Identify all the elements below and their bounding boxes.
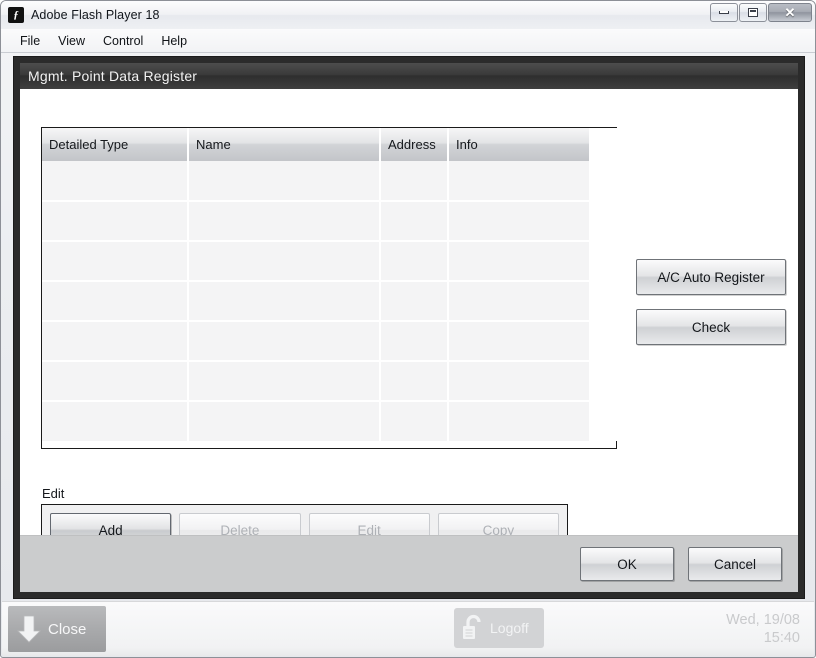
- flash-stage: Mgmt. Point Data Register Detailed Type …: [13, 56, 805, 599]
- table-cell[interactable]: [448, 361, 591, 402]
- maximize-icon: [748, 8, 758, 17]
- table-row[interactable]: [42, 161, 618, 202]
- menu-item-help[interactable]: Help: [152, 31, 196, 51]
- table-row[interactable]: [42, 321, 618, 362]
- table-cell[interactable]: [188, 201, 381, 242]
- mgmt-point-data-table: Detailed Type Name Address Info: [42, 128, 618, 441]
- table-cell[interactable]: [188, 321, 381, 362]
- menu-item-control[interactable]: Control: [94, 31, 152, 51]
- table-cell[interactable]: [42, 161, 189, 202]
- table-cell[interactable]: [448, 161, 591, 202]
- table-cell: [590, 321, 618, 362]
- table-row[interactable]: [42, 201, 618, 242]
- table-cell[interactable]: [448, 241, 591, 282]
- minimize-icon: [719, 11, 729, 14]
- arrow-down-icon: [17, 615, 41, 643]
- table-cell[interactable]: [380, 241, 449, 282]
- data-table-container[interactable]: Detailed Type Name Address Info: [41, 127, 618, 449]
- table-header-row: Detailed Type Name Address Info: [42, 128, 618, 161]
- table-cell[interactable]: [380, 201, 449, 242]
- column-header-info[interactable]: Info: [448, 128, 591, 161]
- table-cell[interactable]: [188, 241, 381, 282]
- table-cell: [590, 161, 618, 202]
- window-controls: ✕: [710, 3, 812, 22]
- table-body: [42, 161, 618, 441]
- table-cell[interactable]: [448, 281, 591, 322]
- window-title: Adobe Flash Player 18: [31, 8, 160, 22]
- status-bar: Close Logoff Wed, 19/08 15:40: [2, 601, 814, 656]
- table-cell[interactable]: [448, 201, 591, 242]
- ok-button[interactable]: OK: [580, 547, 674, 581]
- table-cell[interactable]: [380, 321, 449, 362]
- table-cell[interactable]: [42, 321, 189, 362]
- clock: Wed, 19/08 15:40: [726, 611, 800, 647]
- column-header-address[interactable]: Address: [380, 128, 449, 161]
- table-cell[interactable]: [188, 401, 381, 441]
- table-cell[interactable]: [380, 361, 449, 402]
- dialog-footer: OK Cancel: [20, 535, 798, 592]
- table-cell[interactable]: [42, 241, 189, 282]
- table-cell[interactable]: [42, 281, 189, 322]
- table-cell[interactable]: [380, 281, 449, 322]
- check-button[interactable]: Check: [636, 309, 786, 345]
- table-cell[interactable]: [42, 401, 189, 441]
- table-cell: [590, 241, 618, 282]
- menu-item-file[interactable]: File: [11, 31, 49, 51]
- flash-player-window: ƒ Adobe Flash Player 18 ✕ File View Cont…: [0, 0, 816, 658]
- close-label: Close: [48, 620, 87, 638]
- table-cell[interactable]: [188, 281, 381, 322]
- logoff-label: Logoff: [490, 620, 529, 636]
- table-cell[interactable]: [380, 161, 449, 202]
- cancel-button[interactable]: Cancel: [688, 547, 782, 581]
- clock-date: Wed, 19/08: [726, 612, 800, 628]
- table-cell[interactable]: [448, 321, 591, 362]
- panel-header: Mgmt. Point Data Register: [20, 63, 798, 89]
- table-row[interactable]: [42, 361, 618, 402]
- table-row[interactable]: [42, 401, 618, 441]
- minimize-button[interactable]: [710, 3, 738, 22]
- edit-group-label: Edit: [42, 486, 65, 501]
- table-cell[interactable]: [188, 161, 381, 202]
- table-cell: [590, 201, 618, 242]
- ac-auto-register-button[interactable]: A/C Auto Register: [636, 259, 786, 295]
- table-cell: [590, 401, 618, 441]
- column-header-name[interactable]: Name: [188, 128, 381, 161]
- table-cell[interactable]: [448, 401, 591, 441]
- close-window-button[interactable]: ✕: [768, 3, 812, 22]
- menu-item-view[interactable]: View: [49, 31, 94, 51]
- table-cell[interactable]: [42, 201, 189, 242]
- column-header-detailed-type[interactable]: Detailed Type: [42, 128, 189, 161]
- table-row[interactable]: [42, 241, 618, 282]
- maximize-button[interactable]: [739, 3, 767, 22]
- unlocked-padlock-icon: [463, 614, 481, 639]
- logoff-button: Logoff: [454, 608, 544, 648]
- table-cell: [590, 361, 618, 402]
- close-button[interactable]: Close: [8, 606, 106, 652]
- table-cell[interactable]: [188, 361, 381, 402]
- page-title: Mgmt. Point Data Register: [28, 68, 198, 84]
- table-row[interactable]: [42, 281, 618, 322]
- table-cell[interactable]: [42, 361, 189, 402]
- table-cell: [590, 281, 618, 322]
- panel-body: Detailed Type Name Address Info A/C Auto…: [20, 89, 798, 592]
- window-titlebar[interactable]: ƒ Adobe Flash Player 18 ✕: [1, 1, 815, 29]
- table-cell[interactable]: [380, 401, 449, 441]
- clock-time: 15:40: [763, 630, 800, 647]
- column-header-spacer: [590, 128, 618, 161]
- flash-icon: ƒ: [8, 7, 24, 23]
- menubar: File View Control Help: [1, 29, 815, 53]
